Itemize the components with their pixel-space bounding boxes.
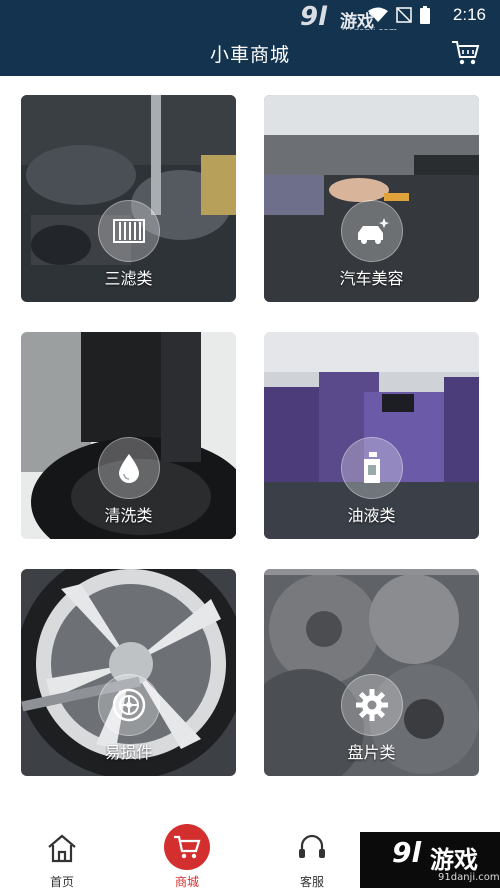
tab-service[interactable]: 客服 xyxy=(262,818,362,889)
wifi-icon xyxy=(368,7,388,22)
tab-label: 商城 xyxy=(174,875,199,889)
filter-icon xyxy=(113,219,145,243)
category-card-fluids[interactable]: 油液类 xyxy=(264,332,479,539)
tab-mall[interactable]: 商城 xyxy=(137,818,237,889)
category-card-filters[interactable]: 三滤类 xyxy=(21,95,236,302)
category-badge xyxy=(341,674,403,736)
tab-home[interactable]: 首页 xyxy=(12,818,112,889)
category-label: 汽车美容 xyxy=(339,269,404,288)
wheel-icon xyxy=(112,688,146,722)
app-bar: 小車商城 xyxy=(0,30,500,76)
category-label: 三滤类 xyxy=(104,269,153,288)
watermark-brand: 9l xyxy=(300,2,328,32)
category-label: 油液类 xyxy=(347,506,396,525)
cart-icon xyxy=(452,41,480,65)
tab-label: 客服 xyxy=(299,875,324,889)
home-icon xyxy=(48,834,76,863)
status-time: 2:16 xyxy=(452,5,486,24)
category-card-cleaning[interactable]: 清洗类 xyxy=(21,332,236,539)
gear-icon xyxy=(356,689,388,721)
cart-button[interactable] xyxy=(450,39,480,67)
droplet-icon xyxy=(119,454,139,483)
oil-bottle-icon xyxy=(364,452,380,483)
car-wash-icon xyxy=(358,218,389,244)
category-badge xyxy=(341,437,403,499)
category-label: 盘片类 xyxy=(347,743,396,762)
category-badge xyxy=(98,674,160,736)
watermark-name: 游戏 xyxy=(430,846,478,874)
category-card-car-beauty[interactable]: 汽车美容 xyxy=(264,95,479,302)
category-card-discs[interactable]: 盘片类 xyxy=(264,569,479,776)
cart-icon xyxy=(174,835,201,859)
watermark-logo-bottom: 9l 游戏 91danji.com xyxy=(360,832,500,888)
page-title: 小車商城 xyxy=(209,44,290,66)
status-icons xyxy=(368,6,430,24)
category-card-wear-parts[interactable]: 易损件 xyxy=(21,569,236,776)
tab-label: 首页 xyxy=(49,875,74,889)
category-badge xyxy=(98,200,160,262)
battery-icon xyxy=(420,6,430,24)
status-bar: 9l 游戏 91danji.com 2:16 xyxy=(0,0,500,37)
watermark-brand: 9l xyxy=(392,836,422,869)
category-label: 清洗类 xyxy=(104,506,153,525)
category-label: 易损件 xyxy=(104,743,153,762)
category-badge xyxy=(341,200,403,262)
watermark-url: 91danji.com xyxy=(438,872,500,883)
headset-icon xyxy=(299,834,325,858)
signal-off-icon xyxy=(396,7,412,23)
category-badge xyxy=(98,437,160,499)
